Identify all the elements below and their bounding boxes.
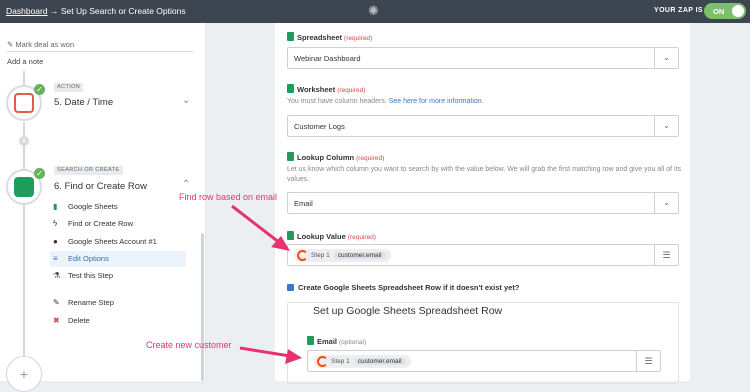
annotation-arrowhead <box>285 349 302 364</box>
annotation-arrow-line <box>231 204 281 245</box>
annotation-arrow-line <box>239 346 291 358</box>
annotation-arrows <box>231 204 302 364</box>
